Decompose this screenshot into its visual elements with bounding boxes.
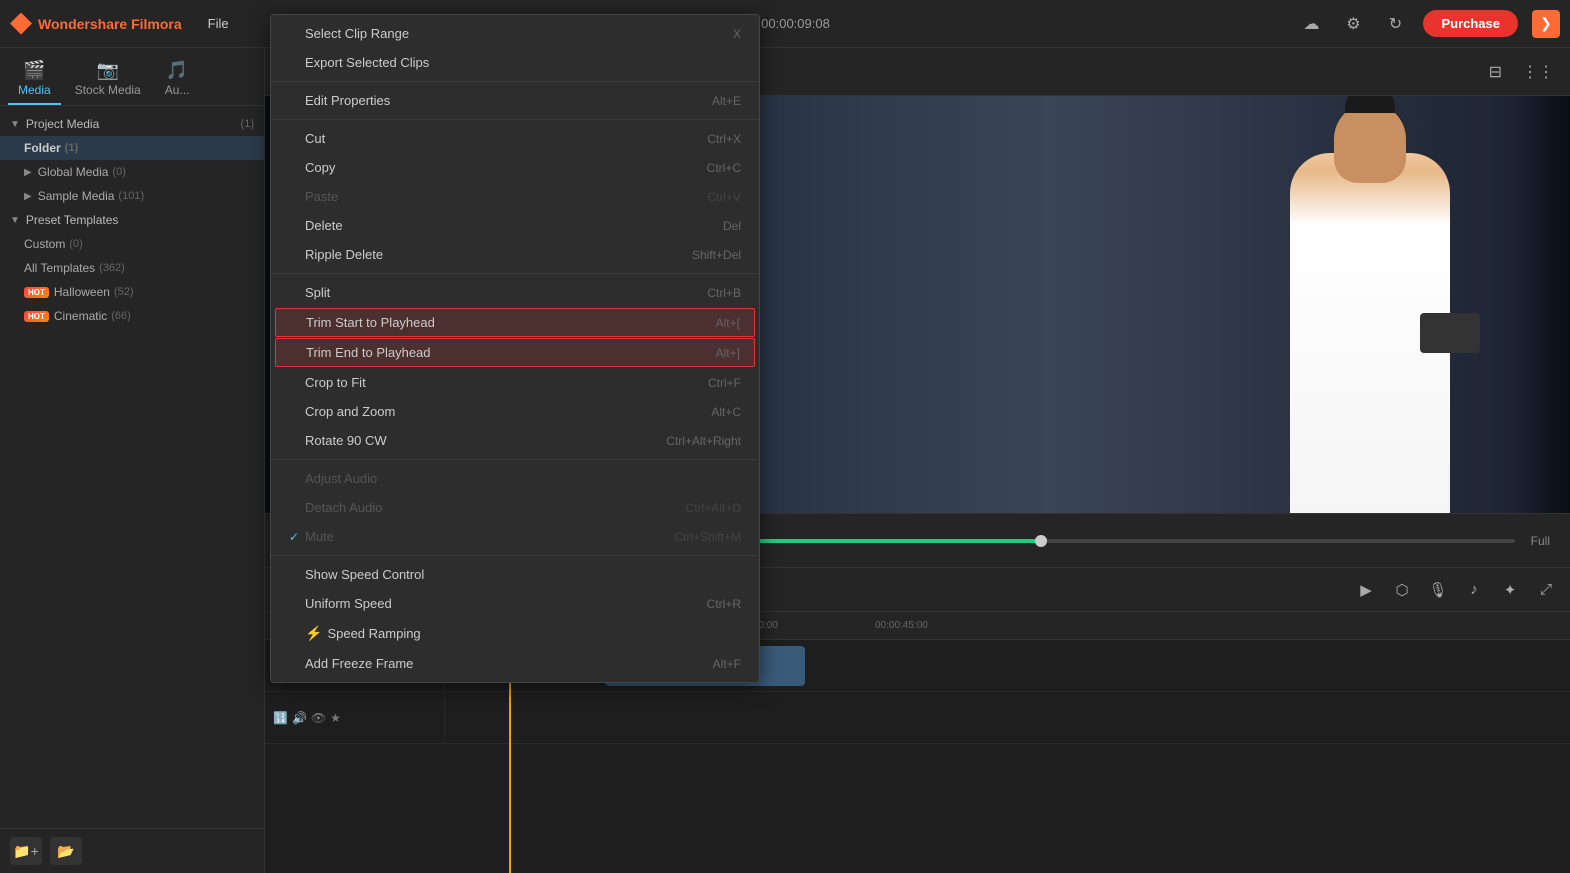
ctx-detach-audio: Detach Audio Ctrl+Alt+D <box>271 493 759 522</box>
ctx-shortcut-18: Ctrl+R <box>707 597 741 611</box>
ctx-label-2: Edit Properties <box>305 93 712 108</box>
ctx-divider-3 <box>271 273 759 274</box>
ctx-paste: Paste Ctrl+V <box>271 182 759 211</box>
ctx-shortcut-4: Ctrl+C <box>707 161 741 175</box>
ctx-shortcut-5: Ctrl+V <box>707 190 741 204</box>
ctx-shortcut-12: Alt+C <box>711 405 741 419</box>
ctx-label-19: Speed Ramping <box>327 626 741 641</box>
ctx-label-10: Trim End to Playhead <box>306 345 716 360</box>
ctx-label-5: Paste <box>305 189 707 204</box>
ctx-show-speed-control[interactable]: Show Speed Control <box>271 560 759 589</box>
ctx-split[interactable]: Split Ctrl+B <box>271 278 759 307</box>
ctx-shortcut-10: Alt+] <box>716 346 740 360</box>
ctx-label-13: Rotate 90 CW <box>305 433 666 448</box>
ctx-shortcut-6: Del <box>723 219 741 233</box>
ctx-trim-start[interactable]: Trim Start to Playhead Alt+[ <box>275 308 755 337</box>
ctx-check-mute: ✓ <box>289 530 305 544</box>
ctx-label-7: Ripple Delete <box>305 247 692 262</box>
ctx-label-8: Split <box>305 285 707 300</box>
ctx-label-1: Export Selected Clips <box>305 55 741 70</box>
ctx-uniform-speed[interactable]: Uniform Speed Ctrl+R <box>271 589 759 618</box>
ctx-cut[interactable]: Cut Ctrl+X <box>271 124 759 153</box>
ctx-label-mute: Mute <box>305 529 674 544</box>
ctx-crop-zoom[interactable]: Crop and Zoom Alt+C <box>271 397 759 426</box>
ctx-shortcut-mute: Ctrl+Shift+M <box>674 530 741 544</box>
ctx-shortcut-13: Ctrl+Alt+Right <box>666 434 741 448</box>
ctx-label-20: Add Freeze Frame <box>305 656 713 671</box>
ctx-label-17: Show Speed Control <box>305 567 741 582</box>
ctx-trim-end[interactable]: Trim End to Playhead Alt+] <box>275 338 755 367</box>
ctx-label-4: Copy <box>305 160 707 175</box>
speed-ramp-icon: ⚡ <box>305 625 322 642</box>
ctx-label-9: Trim Start to Playhead <box>306 315 716 330</box>
ctx-rotate[interactable]: Rotate 90 CW Ctrl+Alt+Right <box>271 426 759 455</box>
context-menu-overlay[interactable]: Select Clip Range X Export Selected Clip… <box>0 0 1570 873</box>
ctx-label-6: Delete <box>305 218 723 233</box>
ctx-shortcut-0: X <box>733 27 741 41</box>
ctx-speed-ramping[interactable]: ⚡ Speed Ramping <box>271 618 759 649</box>
ctx-export-selected[interactable]: Export Selected Clips <box>271 48 759 77</box>
ctx-divider-2 <box>271 119 759 120</box>
ctx-label-11: Crop to Fit <box>305 375 708 390</box>
ctx-adjust-audio: Adjust Audio <box>271 464 759 493</box>
ctx-divider-4 <box>271 459 759 460</box>
ctx-edit-properties[interactable]: Edit Properties Alt+E <box>271 86 759 115</box>
ctx-delete[interactable]: Delete Del <box>271 211 759 240</box>
ctx-label-3: Cut <box>305 131 707 146</box>
ctx-shortcut-7: Shift+Del <box>692 248 741 262</box>
ctx-ripple-delete[interactable]: Ripple Delete Shift+Del <box>271 240 759 269</box>
ctx-divider-1 <box>271 81 759 82</box>
ctx-shortcut-9: Alt+[ <box>716 316 740 330</box>
ctx-shortcut-8: Ctrl+B <box>707 286 741 300</box>
ctx-mute: ✓ Mute Ctrl+Shift+M <box>271 522 759 551</box>
ctx-shortcut-3: Ctrl+X <box>707 132 741 146</box>
ctx-shortcut-15: Ctrl+Alt+D <box>686 501 741 515</box>
ctx-copy[interactable]: Copy Ctrl+C <box>271 153 759 182</box>
ctx-label-12: Crop and Zoom <box>305 404 711 419</box>
ctx-shortcut-2: Alt+E <box>712 94 741 108</box>
ctx-shortcut-11: Ctrl+F <box>708 376 741 390</box>
ctx-shortcut-20: Alt+F <box>713 657 741 671</box>
context-menu: Select Clip Range X Export Selected Clip… <box>270 14 760 683</box>
ctx-label-14: Adjust Audio <box>305 471 741 486</box>
ctx-label-18: Uniform Speed <box>305 596 707 611</box>
ctx-crop-fit[interactable]: Crop to Fit Ctrl+F <box>271 368 759 397</box>
ctx-select-clip-range[interactable]: Select Clip Range X <box>271 19 759 48</box>
ctx-divider-5 <box>271 555 759 556</box>
ctx-label-0: Select Clip Range <box>305 26 733 41</box>
ctx-label-15: Detach Audio <box>305 500 686 515</box>
ctx-add-freeze-frame[interactable]: Add Freeze Frame Alt+F <box>271 649 759 678</box>
